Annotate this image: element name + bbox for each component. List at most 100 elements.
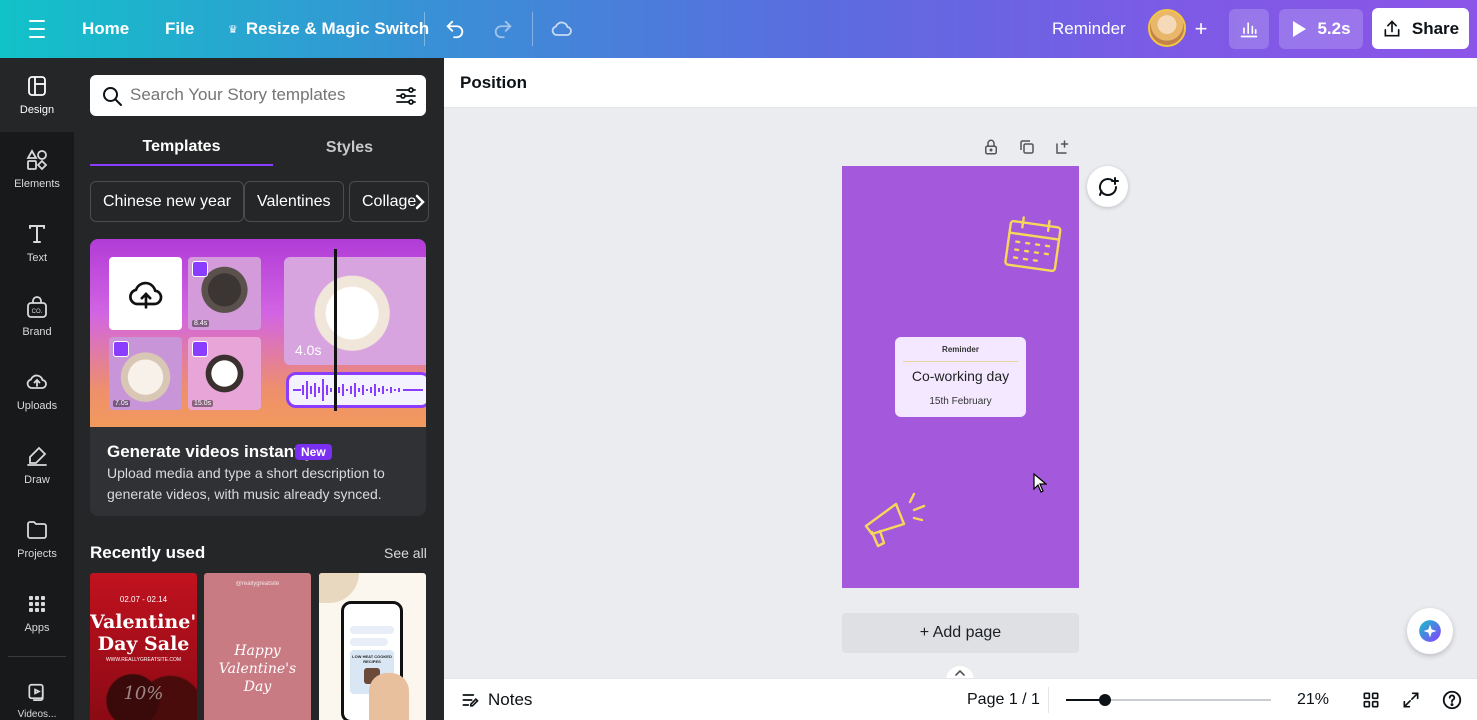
checkbox-icon <box>192 341 208 357</box>
magic-assistant-button[interactable] <box>1407 608 1453 654</box>
text-icon <box>29 225 45 243</box>
chip-chinese-new-year[interactable]: Chinese new year <box>90 181 245 222</box>
toolbar-divider <box>424 12 425 46</box>
rail-item-uploads[interactable]: Uploads <box>0 354 74 428</box>
present-play-button[interactable]: 5.2s <box>1279 9 1363 49</box>
draw-icon <box>27 446 47 466</box>
rail-divider <box>8 656 66 657</box>
generate-videos-promo[interactable]: 8.4s 7.0s 15.0s 4.0s Generate videos ins… <box>90 239 426 516</box>
zoom-slider[interactable] <box>1066 694 1271 706</box>
menu-icon[interactable] <box>20 0 54 58</box>
projects-icon <box>27 521 47 539</box>
top-bar: Home File ♛ Resize & Magic Switch Remind… <box>0 0 1477 58</box>
toolbar-divider <box>532 12 533 46</box>
thumb-title: Day Sale <box>97 633 190 655</box>
rail-label: Projects <box>17 548 57 560</box>
page-tools <box>980 136 1074 158</box>
new-badge: New <box>295 444 332 460</box>
thumb-label: LOW HEAT COOKED RECIPES <box>352 654 392 664</box>
rail-label: Uploads <box>16 400 58 412</box>
brand-icon: CO. <box>27 296 47 318</box>
rail-label: Elements <box>14 178 60 190</box>
page-count-button[interactable]: Page 1 / 1 <box>967 679 1040 720</box>
search-bar[interactable] <box>90 75 426 116</box>
rail-item-draw[interactable]: Draw <box>0 428 74 502</box>
tab-styles[interactable]: Styles <box>258 130 441 166</box>
pomeranian-photo-tile: 7.0s <box>109 337 182 410</box>
duplicate-page-icon[interactable] <box>1016 136 1038 158</box>
share-button[interactable]: Share <box>1372 8 1469 49</box>
thumb-handle: @reallygreatsite <box>235 581 280 587</box>
uploads-icon <box>26 374 47 389</box>
duration-label: 8.4s <box>192 320 210 327</box>
search-input[interactable] <box>130 83 380 107</box>
thumb-title: Valentine's <box>218 661 297 677</box>
redo-icon[interactable] <box>488 14 518 44</box>
grid-view-icon[interactable] <box>1359 688 1383 712</box>
duration-label: 7.0s <box>113 400 131 407</box>
rail-item-projects[interactable]: Projects <box>0 502 74 576</box>
card-divider <box>903 361 1018 362</box>
undo-icon[interactable] <box>440 14 470 44</box>
mouse-cursor-icon <box>1033 473 1047 493</box>
template-thumbnail[interactable]: 02.07 - 02.14 Valentine's Day Sale WWW.R… <box>90 573 197 720</box>
zoom-slider-handle[interactable] <box>1099 694 1111 706</box>
document-title[interactable]: Reminder <box>1052 0 1126 58</box>
add-page-icon[interactable] <box>1052 136 1074 158</box>
reminder-card[interactable]: Reminder Co-working day 15th February <box>895 337 1026 417</box>
checkbox-icon <box>192 261 208 277</box>
timeline-playhead <box>334 249 337 411</box>
thumb-title: Day <box>243 679 272 695</box>
template-thumbnail[interactable]: @reallygreatsite Happy Valentine's Day <box>204 573 311 720</box>
help-icon[interactable] <box>1440 688 1464 712</box>
chip-valentines[interactable]: Valentines <box>244 181 344 222</box>
templates-panel: Templates Styles Chinese new year Valent… <box>74 58 444 720</box>
thumb-date: 02.07 - 02.14 <box>119 595 168 604</box>
megaphone-icon[interactable] <box>860 488 930 554</box>
rail-item-elements[interactable]: Elements <box>0 132 74 206</box>
bulldog-photo-tile: 15.0s <box>188 337 261 410</box>
calendar-icon[interactable] <box>1002 214 1064 276</box>
rail-item-videos[interactable]: Videos... <box>0 662 74 720</box>
thumb-badge: 10% <box>123 683 164 704</box>
insights-chart-icon[interactable] <box>1229 9 1269 49</box>
poodle-photo-tile: 8.4s <box>188 257 261 330</box>
tab-templates[interactable]: Templates <box>90 130 273 166</box>
rail-label: Design <box>19 104 55 116</box>
resize-magic-switch-button[interactable]: ♛ Resize & Magic Switch <box>228 0 429 58</box>
fullscreen-icon[interactable] <box>1399 688 1423 712</box>
add-collaborator-icon[interactable]: + <box>1188 14 1214 44</box>
lock-icon[interactable] <box>980 136 1002 158</box>
home-button[interactable]: Home <box>82 0 129 58</box>
duration-label: 15.0s <box>192 400 214 407</box>
panel-tabs: Templates Styles <box>90 130 426 166</box>
notes-label: Notes <box>488 690 533 709</box>
chevron-up-icon <box>955 669 965 676</box>
see-all-link[interactable]: See all <box>384 545 427 561</box>
rail-label: Apps <box>24 622 50 634</box>
file-menu-button[interactable]: File <box>165 0 194 58</box>
promo-description: Upload media and type a short descriptio… <box>107 465 385 502</box>
rail-item-text[interactable]: Text <box>0 206 74 280</box>
rail-label: Brand <box>22 326 52 338</box>
rail-item-apps[interactable]: Apps <box>0 576 74 650</box>
add-comment-icon[interactable] <box>1087 166 1128 207</box>
design-icon <box>28 76 46 96</box>
rail-item-design[interactable]: Design <box>0 58 74 132</box>
elements-icon <box>26 149 48 171</box>
sparkle-icon <box>1419 620 1441 642</box>
zoom-level[interactable]: 21% <box>1288 679 1338 720</box>
play-duration: 5.2s <box>1317 19 1351 38</box>
add-page-button[interactable]: + Add page <box>842 613 1079 653</box>
thumb-site: WWW.REALLYGREATSITE.COM <box>105 657 182 663</box>
recently-used-heading: Recently used <box>90 543 206 562</box>
notes-button[interactable]: Notes <box>460 679 532 720</box>
avatar[interactable] <box>1148 9 1186 47</box>
filter-icon[interactable] <box>394 84 418 108</box>
cloud-save-icon[interactable] <box>547 14 577 44</box>
position-button[interactable]: Position <box>460 58 527 108</box>
chevron-right-icon[interactable] <box>410 191 430 213</box>
template-thumbnail[interactable]: LOW HEAT COOKED RECIPES <box>319 573 426 720</box>
cloud-upload-icon <box>128 281 162 309</box>
rail-item-brand[interactable]: CO. Brand <box>0 280 74 354</box>
